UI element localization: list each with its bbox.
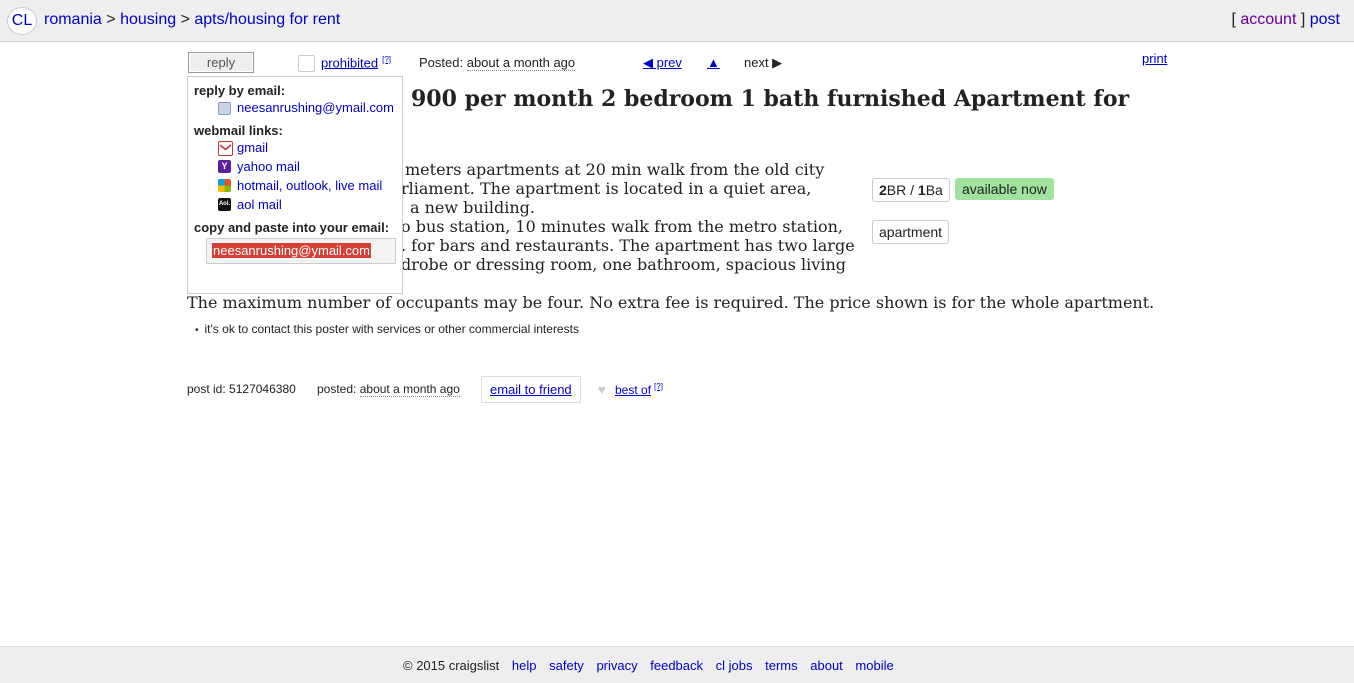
account-link[interactable]: account (1240, 11, 1296, 28)
breadcrumb-separator: > (180, 11, 190, 28)
breadcrumb-housing[interactable]: housing (120, 11, 176, 28)
copy-email-selected-text[interactable]: neesanrushing@ymail.com (212, 243, 371, 258)
posted-footer: posted: about a month ago (317, 382, 460, 397)
footer: © 2015 craigslist help safety privacy fe… (0, 646, 1354, 683)
print-link[interactable]: print (1142, 51, 1167, 66)
ba-label: Ba (925, 182, 943, 198)
posting-body-line: . for bars and restaurants. The apartmen… (401, 236, 855, 255)
prohibited-link[interactable]: prohibited (321, 55, 378, 70)
email-to-friend-link[interactable]: email to friend (490, 382, 572, 397)
aol-mail-link[interactable]: aol mail (237, 197, 282, 212)
posting-body-line: rliament. The apartment is located in a … (401, 179, 812, 198)
footer-link-cl-jobs[interactable]: cl jobs (716, 658, 753, 673)
posting-body-line: a new building. (410, 198, 535, 217)
post-link[interactable]: post (1310, 11, 1340, 28)
footer-link-safety[interactable]: safety (549, 658, 584, 673)
best-of-help-link[interactable]: [?] (654, 382, 663, 391)
reply-email-link[interactable]: neesanrushing@ymail.com (237, 100, 394, 115)
heart-icon[interactable]: ♥ (598, 382, 606, 397)
windows-live-icon (218, 179, 231, 192)
copyright: © 2015 craigslist (403, 658, 500, 673)
best-of-link[interactable]: best of (615, 383, 651, 397)
up-link[interactable]: ▲ (707, 55, 720, 70)
notice-text: it's ok to contact this poster with serv… (204, 322, 579, 336)
top-bar: CL romania > housing > apts/housing for … (0, 0, 1354, 42)
posted-footer-value: about a month ago (359, 382, 460, 397)
footer-link-terms[interactable]: terms (765, 658, 798, 673)
breadcrumb-separator: > (106, 11, 116, 28)
aol-icon: Aol. (218, 198, 231, 211)
bedroom-bath-badge: 2BR / 1Ba (872, 178, 950, 202)
post-id: post id: 5127046380 (187, 382, 296, 396)
copy-paste-heading: copy and paste into your email: (194, 220, 390, 235)
posting-title: 900 per month 2 bedroom 1 bath furnished… (411, 86, 1130, 112)
gmail-icon (218, 141, 233, 156)
posting-body-line: o bus station, 10 minutes walk from the … (401, 217, 844, 236)
footer-link-feedback[interactable]: feedback (650, 658, 703, 673)
yahoo-mail-link[interactable]: yahoo mail (237, 159, 300, 174)
br-label: BR / (886, 182, 918, 198)
post-id-value: 5127046380 (229, 382, 296, 396)
contact-card-icon (218, 102, 231, 115)
posted-footer-label: posted: (317, 382, 357, 396)
bedrooms-value: 2 (879, 182, 887, 198)
housing-type-badge: apartment (872, 220, 950, 244)
bullet: • (195, 325, 199, 336)
reply-button[interactable]: reply (188, 52, 254, 73)
baths-value: 1 (917, 182, 926, 198)
breadcrumb-apts-housing[interactable]: apts/housing for rent (194, 11, 340, 28)
prohibited-help-link[interactable]: [?] (382, 55, 391, 64)
prohibited-checkbox[interactable] (298, 55, 315, 72)
posted-value: about a month ago (466, 55, 576, 71)
posted-date: Posted: about a month ago (419, 55, 576, 71)
account-links: [ account ] post (1231, 11, 1340, 29)
next-link[interactable]: next ▶ (744, 55, 782, 71)
footer-link-about[interactable]: about (810, 658, 843, 673)
posting-body-line: The maximum number of occupants may be f… (187, 293, 1155, 312)
post-id-label: post id: (187, 382, 226, 396)
footer-link-mobile[interactable]: mobile (855, 658, 893, 673)
posting-body-line: drobe or dressing room, one bathroom, sp… (401, 255, 846, 274)
bracket-close: ] (1300, 11, 1306, 28)
posted-label: Posted: (419, 55, 464, 70)
posting-body-line: meters apartments at 20 min walk from th… (405, 160, 825, 179)
reply-popup: reply by email: neesanrushing@ymail.com … (187, 76, 403, 294)
hotmail-link[interactable]: hotmail, outlook, live mail (237, 178, 382, 193)
bracket-open: [ (1231, 11, 1236, 28)
gmail-link[interactable]: gmail (237, 140, 268, 155)
copy-email-field[interactable]: neesanrushing@ymail.com (206, 238, 396, 264)
email-to-friend-button[interactable]: email to friend (481, 376, 581, 403)
breadcrumb-romania[interactable]: romania (44, 11, 102, 28)
footer-link-help[interactable]: help (512, 658, 537, 673)
yahoo-icon: Y (218, 160, 231, 173)
prohibited-flag: prohibited [?] (321, 55, 391, 70)
breadcrumb: romania > housing > apts/housing for ren… (44, 11, 340, 29)
availability-badge: available now (955, 178, 1054, 200)
reply-by-email-heading: reply by email: (194, 83, 286, 98)
commercial-notice: • it's ok to contact this poster with ser… (195, 322, 579, 336)
footer-link-privacy[interactable]: privacy (596, 658, 637, 673)
craigslist-logo[interactable]: CL (7, 7, 37, 35)
prev-link[interactable]: ◀ prev (643, 55, 682, 71)
webmail-links-heading: webmail links: (194, 123, 283, 138)
best-of: best of [?] (615, 382, 663, 397)
